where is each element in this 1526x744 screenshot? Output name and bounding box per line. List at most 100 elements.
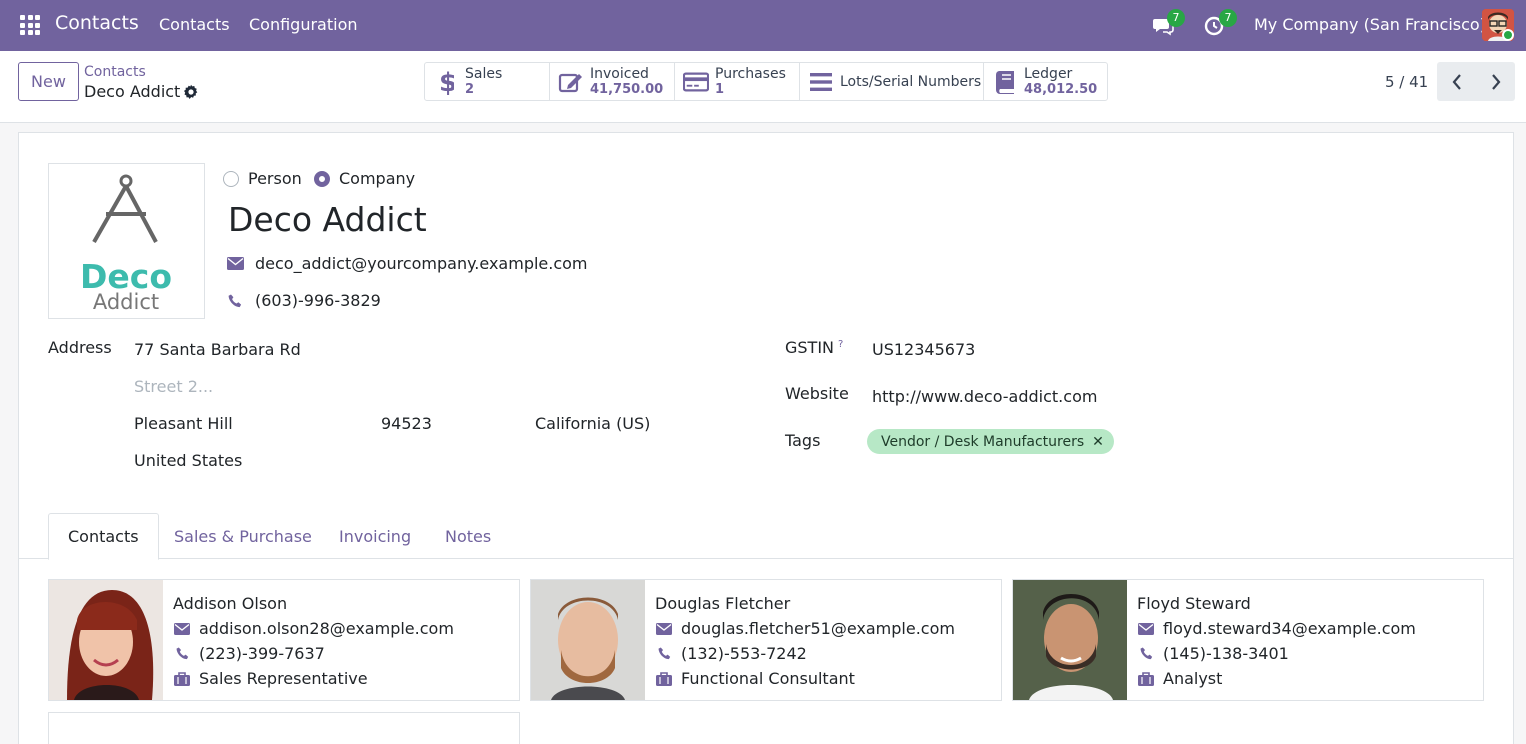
contact-name: Addison Olson xyxy=(173,594,288,613)
envelope-icon xyxy=(655,622,673,635)
stat-label: Ledger xyxy=(1024,65,1073,82)
contact-email: floyd.steward34@example.com xyxy=(1163,619,1416,638)
invoiced-stat-button[interactable]: Invoiced 41,750.00 xyxy=(550,63,675,100)
contact-photo xyxy=(531,580,645,700)
contact-email-row: douglas.fletcher51@example.com xyxy=(655,619,955,638)
contact-phone-row: (145)-138-3401 xyxy=(1137,644,1289,663)
contact-phone: (145)-138-3401 xyxy=(1163,644,1289,663)
contact-job: Functional Consultant xyxy=(681,669,855,688)
contact-email-row: floyd.steward34@example.com xyxy=(1137,619,1416,638)
gstin-label: GSTIN? xyxy=(785,338,844,357)
phone-value: (603)-996-3829 xyxy=(255,291,381,310)
edit-invoice-icon xyxy=(558,69,584,95)
tags-label: Tags xyxy=(785,431,821,450)
envelope-icon xyxy=(1137,622,1155,635)
type-company-radio[interactable]: Company xyxy=(314,169,415,188)
help-tooltip-icon[interactable]: ? xyxy=(838,339,843,350)
radio-circle xyxy=(314,170,330,187)
street-field[interactable]: 77 Santa Barbara Rd xyxy=(134,340,301,359)
contact-phone-row: (132)-553-7242 xyxy=(655,644,807,663)
tab-sales-purchase[interactable]: Sales & Purchase xyxy=(155,513,331,559)
envelope-icon xyxy=(173,622,191,635)
contact-phone: (223)-399-7637 xyxy=(199,644,325,663)
app-title[interactable]: Contacts xyxy=(55,12,139,34)
briefcase-icon xyxy=(655,671,673,686)
contact-card[interactable]: Douglas Fletcher douglas.fletcher51@exam… xyxy=(530,579,1002,701)
new-button[interactable]: New xyxy=(18,62,79,101)
gstin-field[interactable]: US12345673 xyxy=(872,340,975,359)
top-navbar: Contacts Contacts Configuration 7 7 My C… xyxy=(0,0,1526,51)
state-field[interactable]: California (US) xyxy=(535,414,650,433)
stat-value: 41,750.00 xyxy=(590,81,664,97)
company-switcher[interactable]: My Company (San Francisco) xyxy=(1254,15,1486,34)
phone-icon xyxy=(226,294,244,308)
contact-job-row: Sales Representative xyxy=(173,669,368,688)
email-field[interactable]: deco_addict@yourcompany.example.com xyxy=(226,254,588,273)
zip-field[interactable]: 94523 xyxy=(381,414,432,433)
sales-stat-button[interactable]: $ Sales 2 xyxy=(425,63,550,100)
notebook-tabs: Contacts Sales & Purchase Invoicing Note… xyxy=(19,513,1513,560)
remove-tag-icon[interactable]: ✕ xyxy=(1092,434,1104,450)
stat-label: Invoiced xyxy=(590,65,649,82)
activities-button[interactable]: 7 xyxy=(1203,9,1237,38)
envelope-icon xyxy=(226,257,244,270)
contact-email-row: addison.olson28@example.com xyxy=(173,619,454,638)
contact-name: Douglas Fletcher xyxy=(655,594,791,613)
tab-invoicing[interactable]: Invoicing xyxy=(320,513,430,559)
city-field[interactable]: Pleasant Hill xyxy=(134,414,233,433)
pager-previous-button[interactable] xyxy=(1437,62,1476,101)
tab-notes[interactable]: Notes xyxy=(426,513,510,559)
contact-job: Analyst xyxy=(1163,669,1223,688)
contact-name: Floyd Steward xyxy=(1137,594,1251,613)
stat-label: Purchases xyxy=(715,65,786,82)
dollar-icon: $ xyxy=(433,68,459,96)
contact-job: Sales Representative xyxy=(199,669,368,688)
company-logo[interactable]: Deco Addict xyxy=(48,163,205,319)
phone-icon xyxy=(1137,647,1155,660)
activities-count-badge: 7 xyxy=(1219,9,1237,27)
website-label: Website xyxy=(785,384,849,403)
list-icon xyxy=(808,69,834,95)
street2-field[interactable]: Street 2... xyxy=(134,377,213,396)
country-field[interactable]: United States xyxy=(134,451,242,470)
lots-serial-stat-button[interactable]: Lots/Serial Numbers xyxy=(800,63,984,100)
type-company-label: Company xyxy=(339,169,416,188)
contact-card-partial[interactable] xyxy=(48,712,520,744)
partner-name-field[interactable]: Deco Addict xyxy=(228,200,427,239)
gear-icon[interactable] xyxy=(183,84,199,100)
breadcrumb-parent[interactable]: Contacts xyxy=(84,64,146,80)
phone-field[interactable]: (603)-996-3829 xyxy=(226,291,381,310)
briefcase-icon xyxy=(1137,671,1155,686)
radio-circle xyxy=(223,170,239,187)
contact-phone: (132)-553-7242 xyxy=(681,644,807,663)
app-menu-icon[interactable] xyxy=(20,15,40,35)
pager-next-button[interactable] xyxy=(1476,62,1515,101)
purchases-stat-button[interactable]: Purchases 1 xyxy=(675,63,800,100)
chevron-left-icon xyxy=(1452,73,1461,90)
stat-value: 48,012.50 xyxy=(1024,81,1098,97)
book-icon xyxy=(992,69,1018,95)
contact-job-row: Functional Consultant xyxy=(655,669,855,688)
contact-card[interactable]: Addison Olson addison.olson28@example.co… xyxy=(48,579,520,701)
tab-contacts[interactable]: Contacts xyxy=(48,513,159,560)
credit-card-icon xyxy=(683,69,709,95)
online-status-indicator xyxy=(1502,29,1514,41)
contact-photo xyxy=(49,580,163,700)
address-label: Address xyxy=(48,338,112,357)
ledger-stat-button[interactable]: Ledger 48,012.50 xyxy=(984,63,1107,100)
phone-icon xyxy=(655,647,673,660)
phone-icon xyxy=(173,647,191,660)
type-person-radio[interactable]: Person xyxy=(223,169,302,188)
briefcase-icon xyxy=(173,671,191,686)
email-value: deco_addict@yourcompany.example.com xyxy=(255,254,588,273)
contact-card[interactable]: Floyd Steward floyd.steward34@example.co… xyxy=(1012,579,1484,701)
tag-label: Vendor / Desk Manufacturers xyxy=(881,433,1085,450)
messages-button[interactable]: 7 xyxy=(1151,9,1185,38)
breadcrumb-current: Deco Addict xyxy=(84,82,181,101)
stat-label: Sales xyxy=(465,65,503,82)
chevron-right-icon xyxy=(1491,73,1500,90)
pager-value[interactable]: 5 / 41 xyxy=(1385,73,1428,91)
website-field[interactable]: http://www.deco-addict.com xyxy=(872,387,1097,406)
menu-contacts[interactable]: Contacts xyxy=(159,15,230,34)
menu-configuration[interactable]: Configuration xyxy=(249,15,358,34)
